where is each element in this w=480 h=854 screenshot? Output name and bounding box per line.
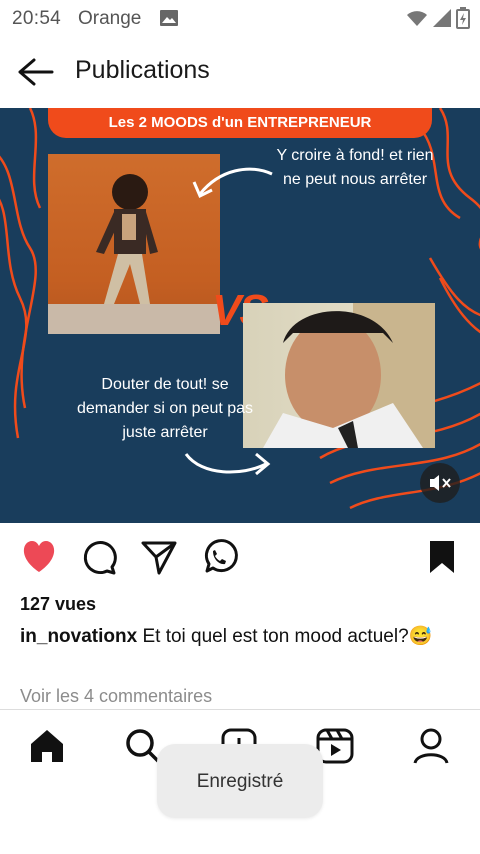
image-notification-icon — [160, 10, 178, 26]
muted-speaker-icon — [430, 475, 451, 491]
arrow-left-graphic — [192, 167, 273, 199]
post-actions — [0, 537, 480, 581]
battery-icon — [456, 7, 470, 29]
back-arrow-icon[interactable] — [16, 56, 54, 88]
view-count: 127 vues — [20, 594, 97, 614]
share-icon[interactable] — [139, 537, 179, 577]
home-icon[interactable] — [27, 726, 67, 766]
quote-top: Y croire à fond! et rien ne peut nous ar… — [276, 147, 434, 188]
doubtful-person-photo — [243, 303, 435, 448]
app-header: Publications — [0, 36, 480, 108]
arrow-right-graphic — [184, 452, 271, 476]
caption-text: Et toi quel est ton mood actuel?😅 — [137, 626, 433, 647]
post-media[interactable]: Les 2 MOODS d'un ENTREPRENEUR VS Y croir… — [0, 108, 480, 523]
comment-icon[interactable] — [79, 537, 119, 577]
signal-icon — [433, 9, 451, 27]
heart-icon[interactable] — [19, 537, 59, 577]
quote-bottom: Douter de tout! se demander si on peut p… — [76, 376, 254, 441]
page-title: Publications — [75, 56, 210, 84]
status-time: 20:54 — [12, 8, 62, 29]
caption-username[interactable]: in_novationx — [20, 626, 137, 647]
status-bar: 20:54 Orange — [0, 0, 480, 36]
status-icons — [406, 7, 470, 29]
wifi-icon — [407, 11, 427, 26]
post-caption: in_novationx Et toi quel est ton mood ac… — [20, 622, 460, 651]
profile-icon[interactable] — [411, 726, 451, 766]
view-comments-link[interactable]: Voir les 4 commentaires — [20, 686, 212, 707]
whatsapp-icon[interactable] — [199, 537, 239, 577]
mute-button[interactable] — [420, 463, 460, 503]
bookmark-icon[interactable] — [422, 537, 462, 577]
saved-toast: Enregistré — [157, 744, 323, 818]
post-banner: Les 2 MOODS d'un ENTREPRENEUR — [48, 108, 432, 138]
status-carrier: Orange — [78, 8, 142, 29]
